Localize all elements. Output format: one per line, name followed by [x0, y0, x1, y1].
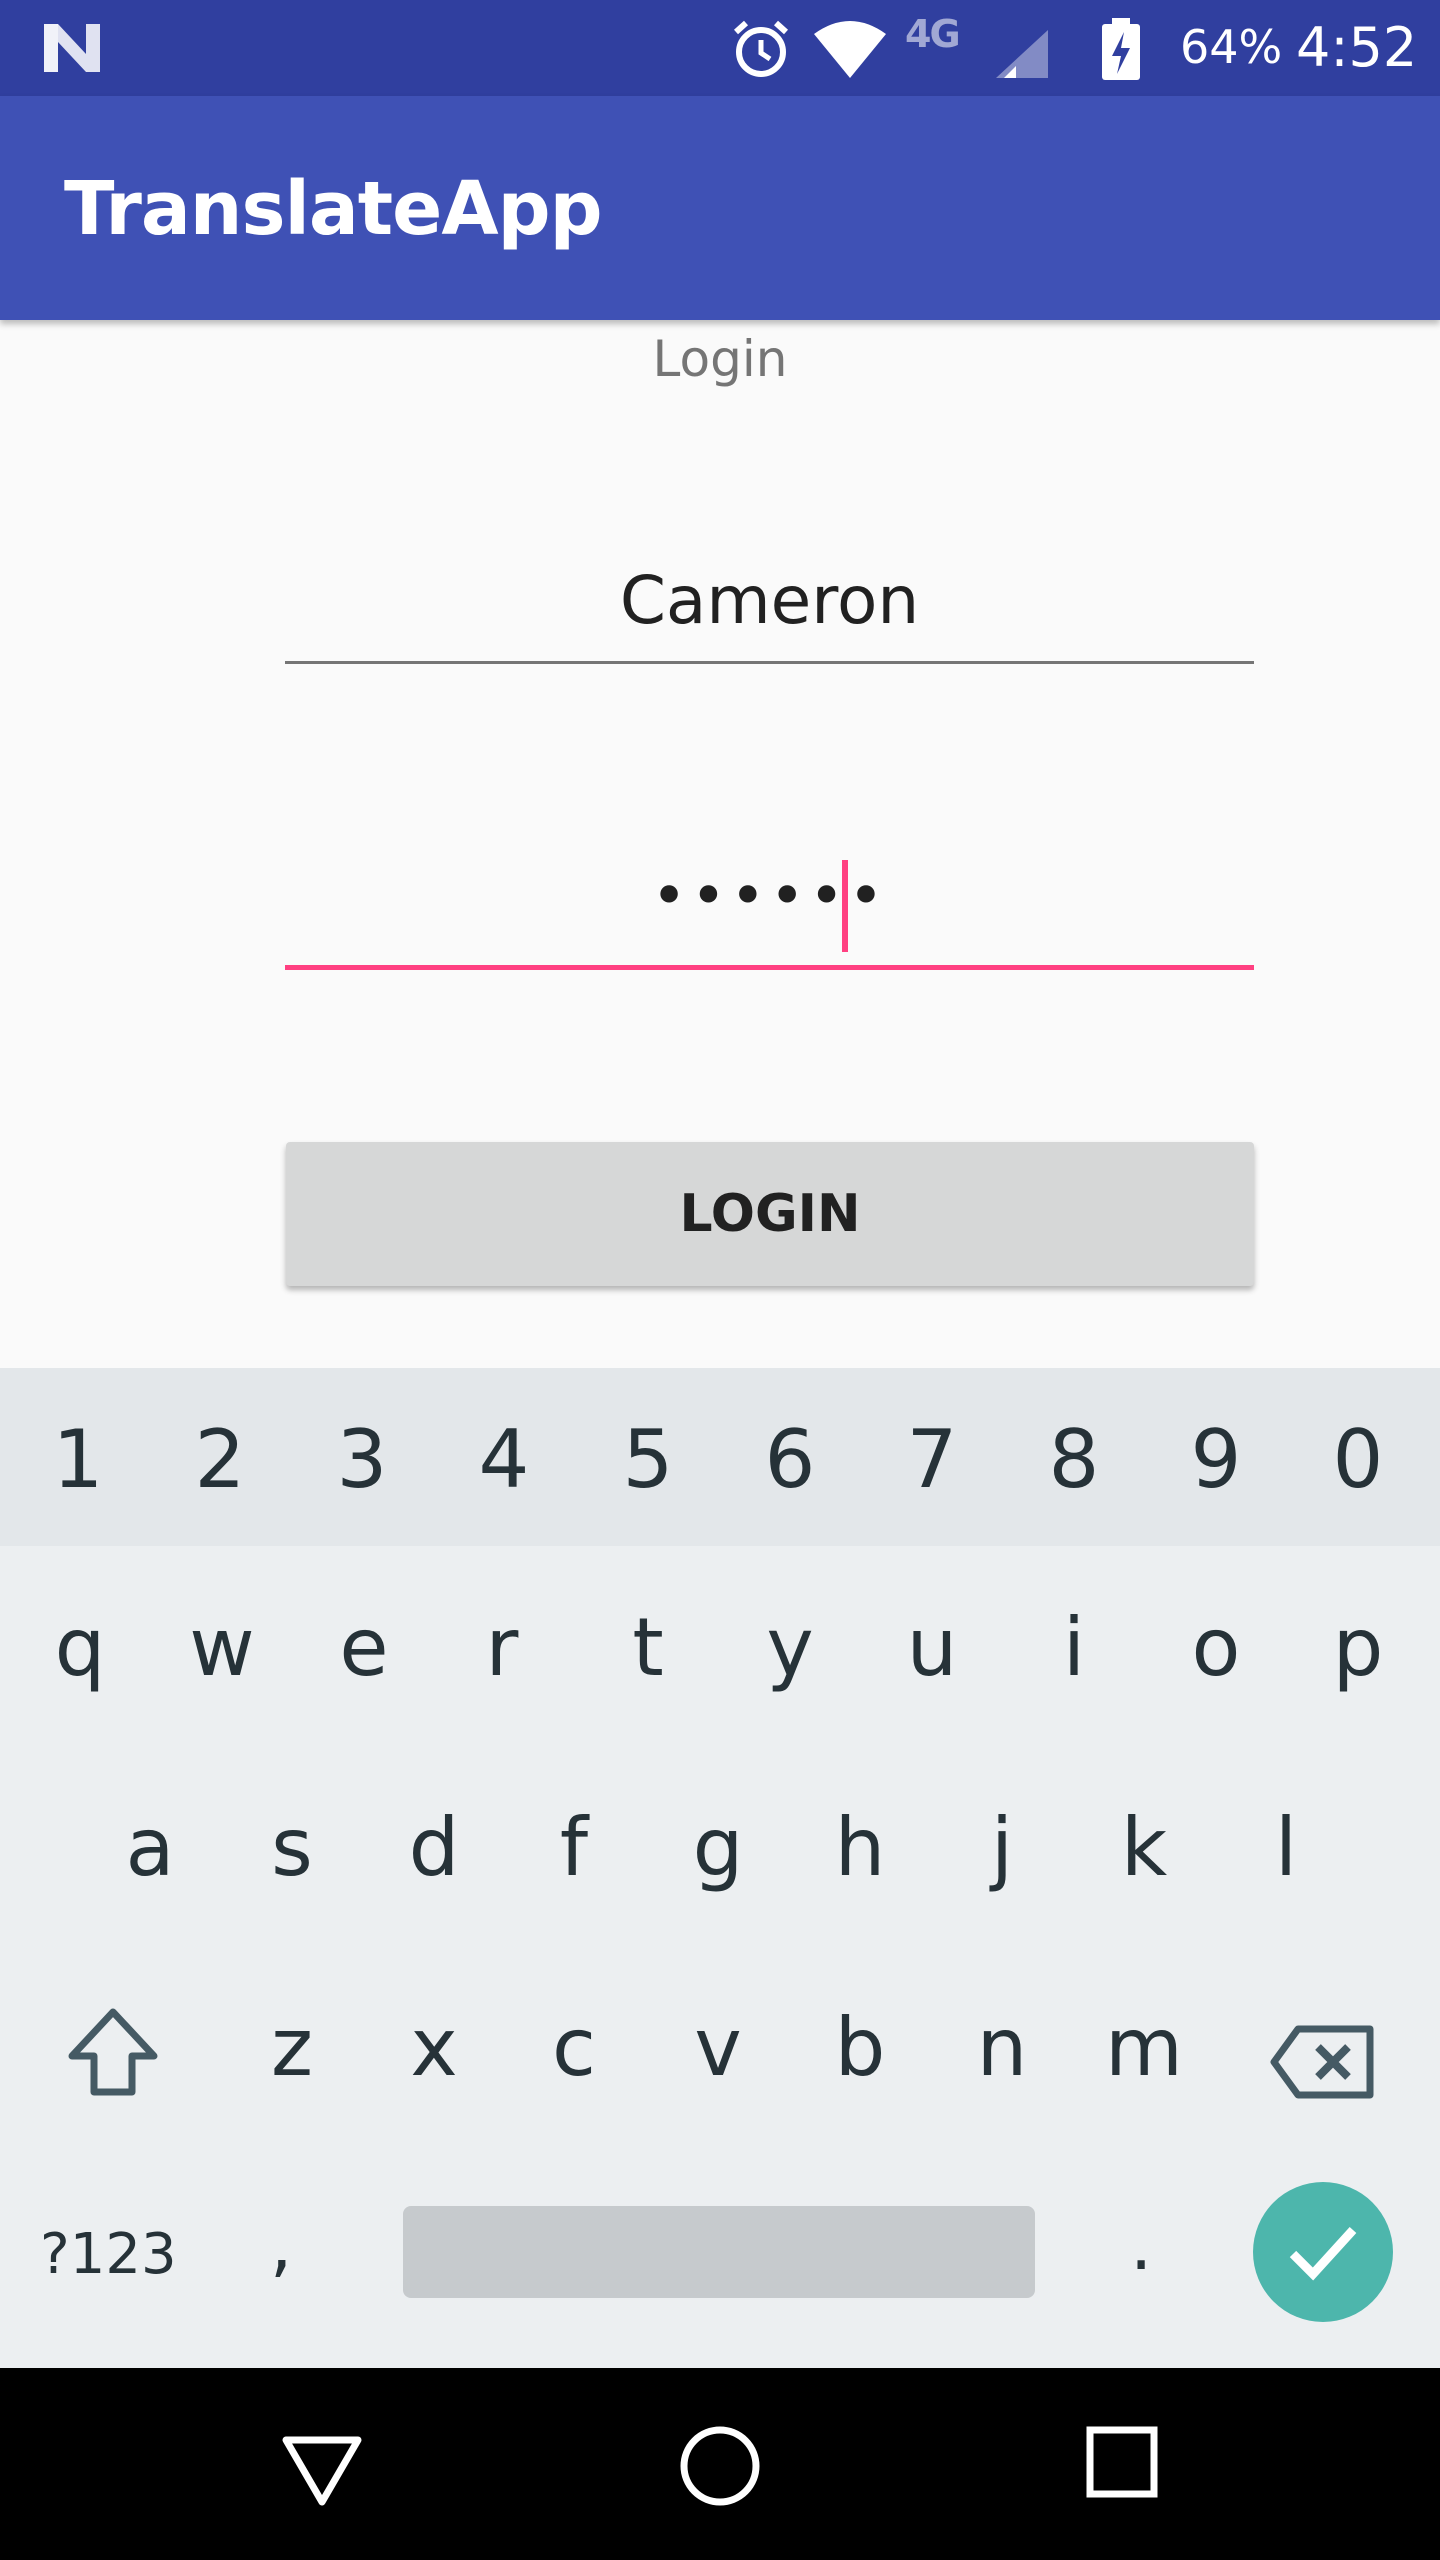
recents-icon[interactable]	[1084, 2424, 1160, 2500]
key-comma[interactable]: ,	[270, 2204, 292, 2286]
password-value: ••••••	[651, 861, 888, 931]
key-p[interactable]: p	[1288, 1608, 1428, 1688]
key-8[interactable]: 8	[1004, 1420, 1144, 1500]
login-heading: Login	[652, 330, 788, 388]
key-4[interactable]: 4	[434, 1420, 574, 1500]
network-type-label: 4G	[905, 12, 961, 56]
key-f[interactable]: f	[504, 1808, 644, 1888]
username-field[interactable]: Cameron	[285, 562, 1254, 664]
key-t[interactable]: t	[578, 1608, 718, 1688]
key-a[interactable]: a	[80, 1808, 220, 1888]
battery-charging-icon	[1102, 18, 1140, 80]
key-n[interactable]: n	[932, 2008, 1072, 2088]
key-1[interactable]: 1	[8, 1420, 148, 1500]
symbols-key[interactable]: ?123	[40, 2222, 177, 2287]
key-3[interactable]: 3	[292, 1420, 432, 1500]
password-field[interactable]: ••••••	[285, 848, 1254, 970]
navigation-bar	[0, 2368, 1440, 2560]
key-5[interactable]: 5	[578, 1420, 718, 1500]
key-u[interactable]: u	[862, 1608, 1002, 1688]
key-g[interactable]: g	[648, 1808, 788, 1888]
key-k[interactable]: k	[1074, 1808, 1214, 1888]
soft-keyboard: 1 2 3 4 5 6 7 8 9 0 q w e r t y u i o p …	[0, 1368, 1440, 2368]
key-d[interactable]: d	[364, 1808, 504, 1888]
key-m[interactable]: m	[1074, 2008, 1214, 2088]
key-x[interactable]: x	[364, 2008, 504, 2088]
key-6[interactable]: 6	[720, 1420, 860, 1500]
key-o[interactable]: o	[1146, 1608, 1286, 1688]
key-i[interactable]: i	[1004, 1608, 1144, 1688]
shift-icon[interactable]	[66, 2006, 160, 2100]
key-period[interactable]: .	[1130, 2204, 1152, 2286]
battery-percent: 64%	[1180, 20, 1283, 74]
backspace-icon[interactable]	[1268, 2023, 1378, 2101]
status-bar: 4G 64% 4:52	[0, 0, 1440, 96]
key-z[interactable]: z	[222, 2008, 362, 2088]
key-s[interactable]: s	[222, 1808, 362, 1888]
key-w[interactable]: w	[152, 1608, 292, 1688]
login-button[interactable]: LOGIN	[286, 1142, 1254, 1286]
app-title: TranslateApp	[64, 166, 603, 252]
key-c[interactable]: c	[504, 2008, 644, 2088]
clock: 4:52	[1296, 16, 1418, 79]
key-v[interactable]: v	[648, 2008, 788, 2088]
key-0[interactable]: 0	[1288, 1420, 1428, 1500]
checkmark-icon	[1289, 2226, 1357, 2281]
alarm-icon	[733, 20, 789, 77]
key-r[interactable]: r	[432, 1608, 572, 1688]
key-e[interactable]: e	[294, 1608, 434, 1688]
key-q[interactable]: q	[10, 1608, 150, 1688]
home-icon[interactable]	[676, 2422, 764, 2510]
key-7[interactable]: 7	[862, 1420, 1002, 1500]
notification-n-icon	[44, 24, 100, 72]
cell-signal-icon	[996, 30, 1048, 78]
key-l[interactable]: l	[1216, 1808, 1356, 1888]
key-9[interactable]: 9	[1146, 1420, 1286, 1500]
space-bar[interactable]	[403, 2206, 1035, 2298]
key-y[interactable]: y	[720, 1608, 860, 1688]
key-2[interactable]: 2	[150, 1420, 290, 1500]
text-cursor	[842, 860, 848, 952]
wifi-icon	[814, 21, 886, 78]
back-icon[interactable]	[280, 2426, 364, 2510]
username-value: Cameron	[619, 562, 920, 639]
app-bar: TranslateApp	[0, 96, 1440, 320]
enter-key[interactable]	[1253, 2182, 1393, 2322]
key-j[interactable]: j	[932, 1808, 1072, 1888]
key-h[interactable]: h	[790, 1808, 930, 1888]
number-row: 1 2 3 4 5 6 7 8 9 0	[0, 1368, 1440, 1546]
key-b[interactable]: b	[790, 2008, 930, 2088]
